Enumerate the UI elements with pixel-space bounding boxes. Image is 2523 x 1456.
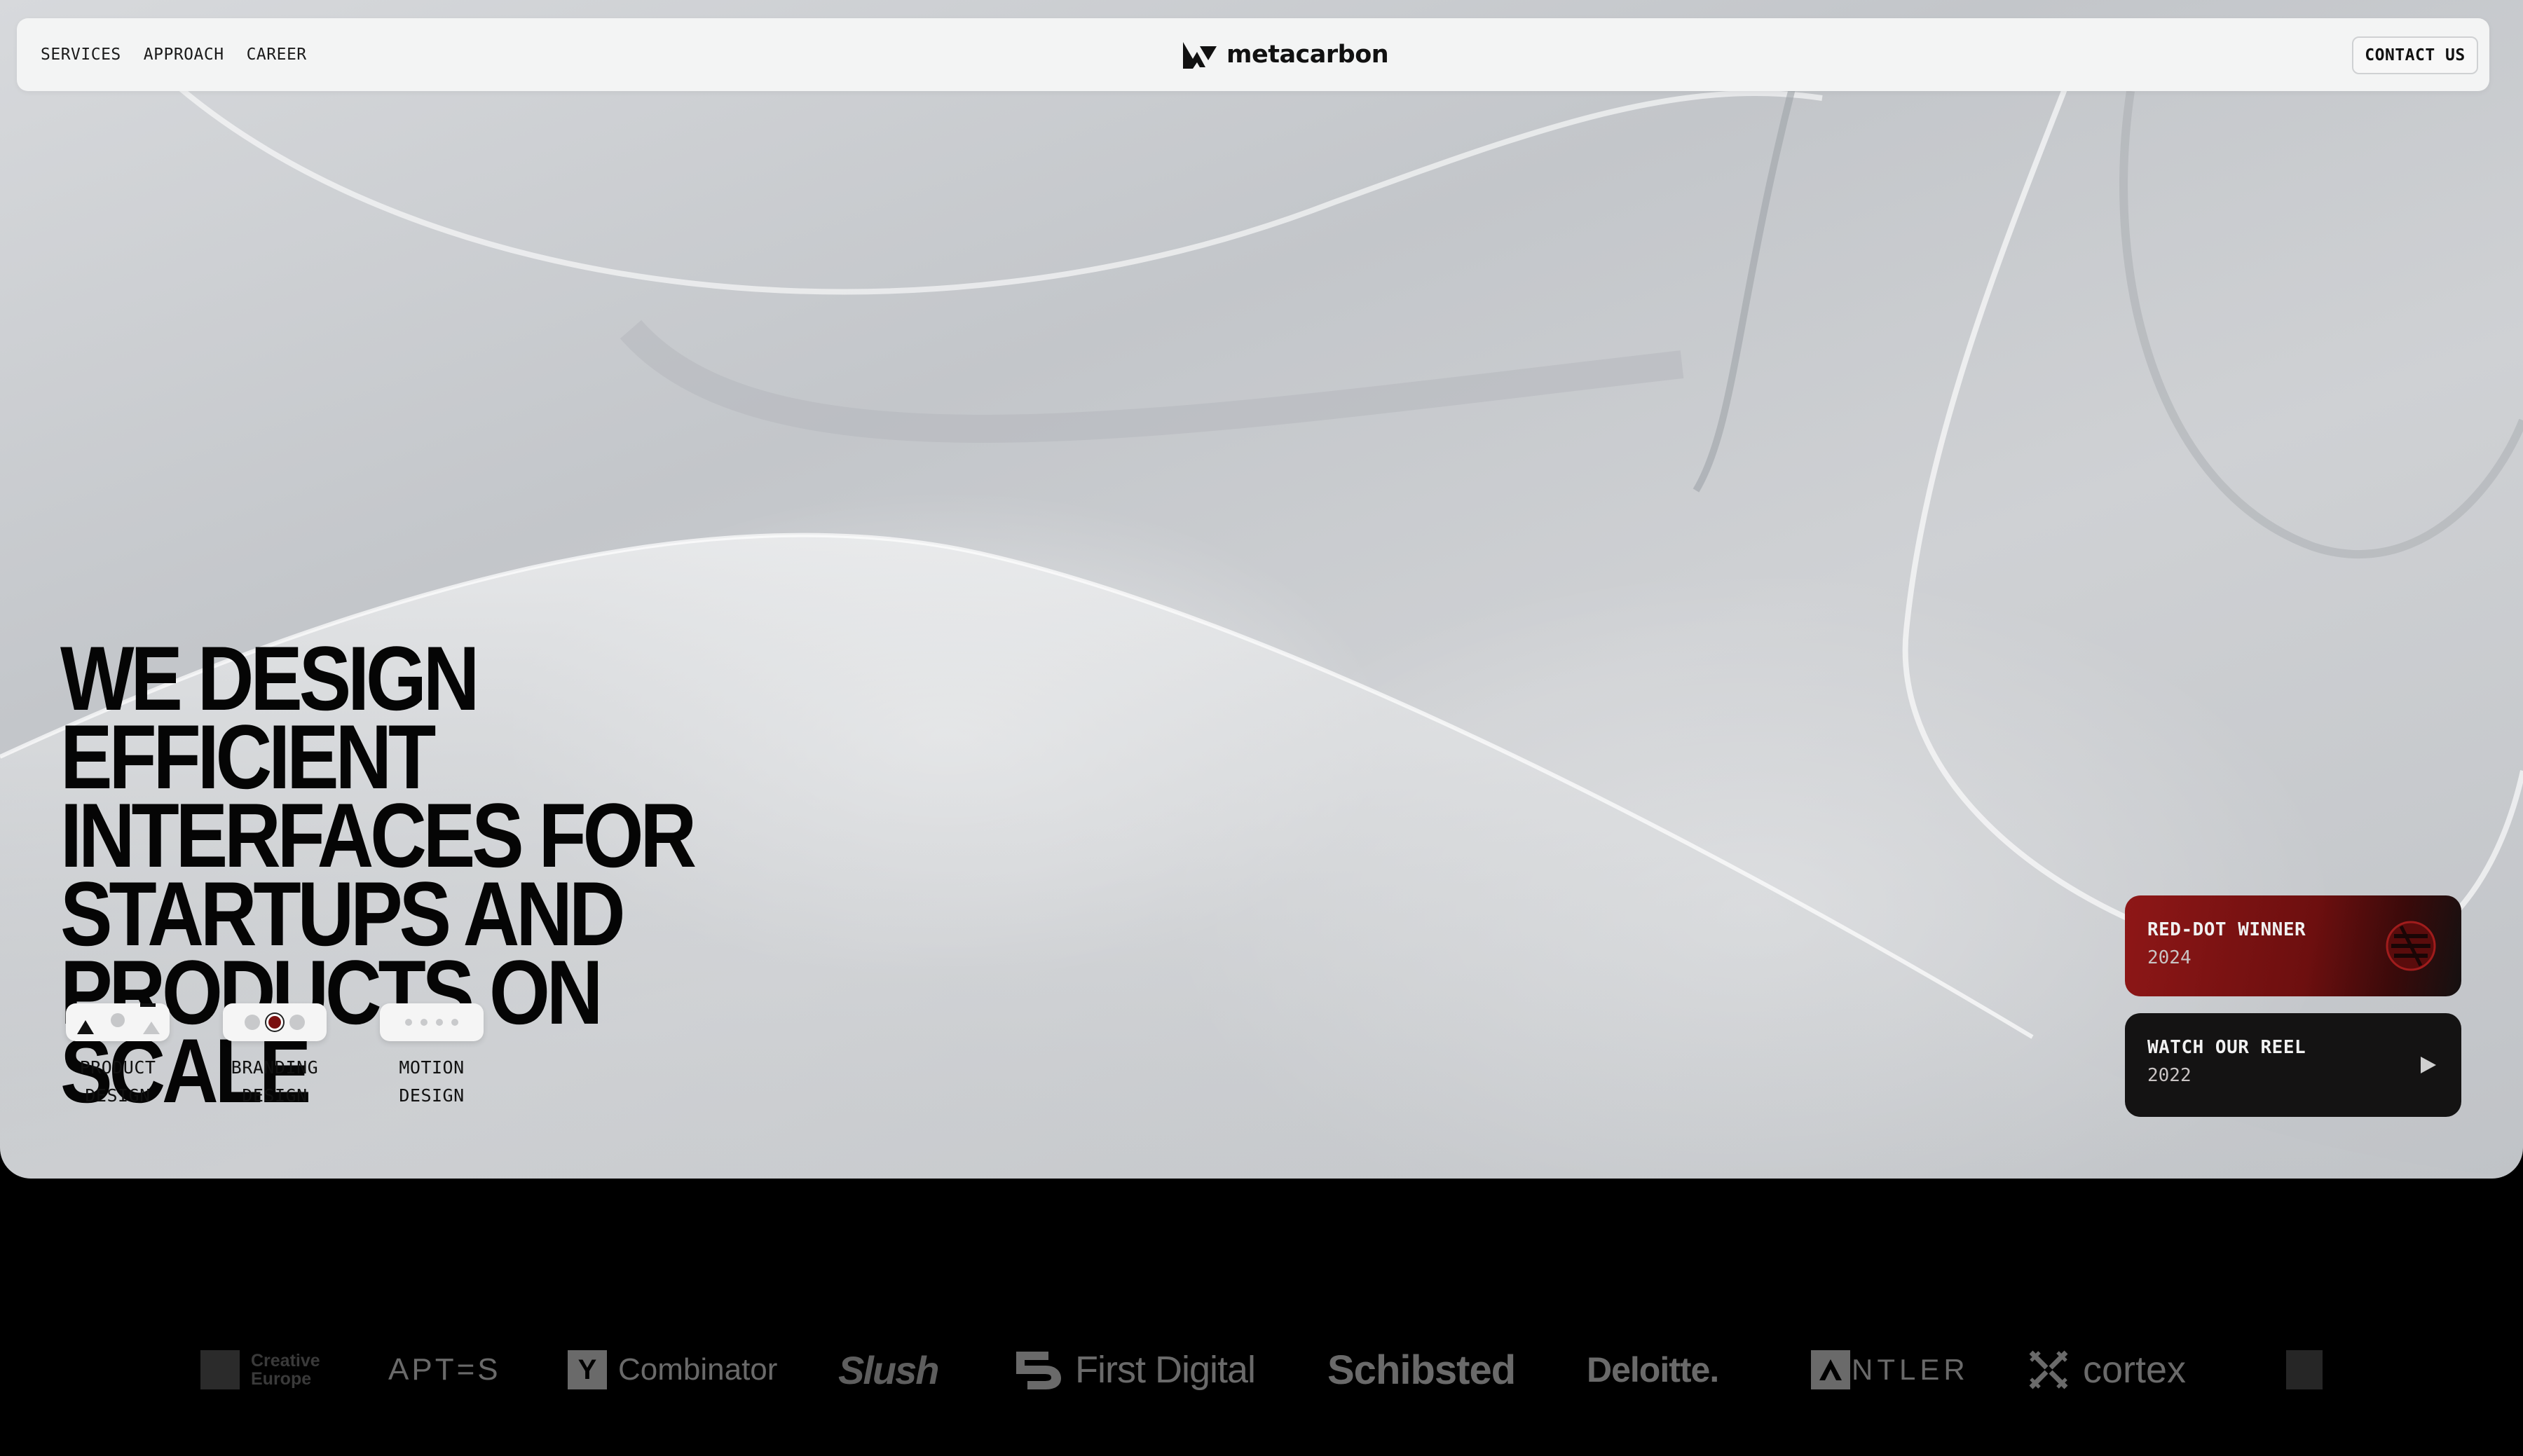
red-dot-award-card[interactable]: RED-DOT WINNER 2024	[2125, 895, 2461, 996]
client-logo-antler: NTLER	[1811, 1331, 1969, 1408]
service-branding-design[interactable]: BRANDING DESIGN	[212, 1003, 338, 1110]
nav-link-career[interactable]: CAREER	[247, 46, 307, 64]
contact-us-button[interactable]: CONTACT US	[2352, 36, 2478, 74]
antler-a-icon	[1811, 1350, 1850, 1389]
nav-link-approach[interactable]: APPROACH	[144, 46, 224, 64]
top-navbar: SERVICES APPROACH CAREER metacarbon CONT…	[17, 18, 2489, 91]
service-label: MOTION DESIGN	[399, 1057, 465, 1106]
brand-logo[interactable]: metacarbon	[1182, 18, 1389, 91]
creative-europe-line2: Europe	[251, 1369, 312, 1389]
award-year: 2024	[2147, 947, 2192, 968]
first-digital-name: First Digital	[1075, 1349, 1256, 1391]
creative-europe-icon	[200, 1350, 240, 1389]
reel-title: WATCH OUR REEL	[2147, 1037, 2306, 1058]
client-logo-faded	[2286, 1331, 2323, 1408]
red-dot-logo-icon	[2386, 921, 2436, 971]
nav-link-services[interactable]: SERVICES	[41, 46, 121, 64]
client-logo-schibsted: Schibsted	[1327, 1347, 1516, 1393]
shapes-icon	[66, 1003, 170, 1041]
client-logo-aptos: APT=S	[388, 1352, 501, 1387]
client-logo-creative-europe: Creative Europe	[200, 1331, 320, 1408]
reel-year: 2022	[2147, 1065, 2192, 1086]
service-product-design[interactable]: PRODUCT DESIGN	[55, 1003, 181, 1110]
first-digital-icon	[1016, 1352, 1061, 1389]
metacarbon-logo-icon	[1183, 42, 1217, 69]
ycombinator-badge: Y	[568, 1350, 607, 1389]
creative-europe-line1: Creative	[251, 1351, 320, 1371]
faded-logo-icon	[2286, 1350, 2323, 1389]
ycombinator-name: Combinator	[618, 1352, 778, 1387]
antler-name: NTLER	[1852, 1353, 1969, 1386]
service-motion-design[interactable]: MOTION DESIGN	[369, 1003, 495, 1110]
client-logo-ycombinator: Y Combinator	[568, 1331, 777, 1408]
play-icon	[2421, 1057, 2436, 1073]
client-logo-cortex: cortex	[2025, 1331, 2186, 1408]
hero-section: SERVICES APPROACH CAREER metacarbon CONT…	[0, 0, 2523, 1179]
color-dots-icon	[223, 1003, 327, 1041]
client-logos-strip: Creative Europe APT=S Y Combinator Slush…	[0, 1331, 2523, 1408]
client-logo-slush: Slush	[838, 1347, 939, 1392]
watch-reel-card[interactable]: WATCH OUR REEL 2022	[2125, 1013, 2461, 1117]
loading-dots-icon	[380, 1003, 484, 1041]
service-label: BRANDING DESIGN	[231, 1057, 319, 1106]
service-label: PRODUCT DESIGN	[79, 1057, 156, 1106]
award-title: RED-DOT WINNER	[2147, 919, 2306, 940]
client-logo-deloitte: Deloitte.	[1587, 1350, 1719, 1389]
client-logo-first-digital: First Digital	[1013, 1331, 1256, 1408]
cortex-icon	[2029, 1350, 2068, 1389]
brand-name: metacarbon	[1226, 41, 1389, 69]
nav-links: SERVICES APPROACH CAREER	[41, 18, 307, 91]
cortex-name: cortex	[2083, 1349, 2187, 1391]
